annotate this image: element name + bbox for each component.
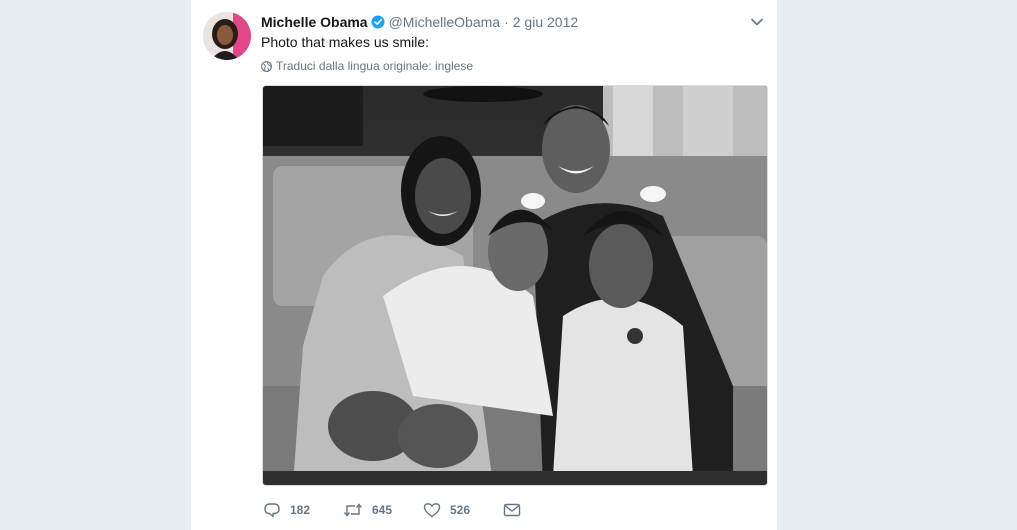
retweet-count: 645 (372, 503, 393, 517)
chevron-down-icon[interactable] (749, 14, 765, 30)
reply-button[interactable]: 182 (263, 502, 343, 518)
retweet-icon (343, 503, 363, 517)
separator: · (504, 14, 509, 30)
reply-count: 182 (290, 503, 311, 517)
reply-icon (264, 503, 280, 518)
tweet-text: Photo that makes us smile: (261, 34, 430, 50)
avatar[interactable] (203, 12, 251, 60)
envelope-icon (503, 503, 521, 517)
retweet-button[interactable]: 645 (343, 502, 423, 518)
tweet-card[interactable]: Michelle Obama @MichelleObama · 2 giu 20… (190, 0, 778, 530)
translate-label: Traduci dalla lingua originale: inglese (276, 59, 474, 73)
like-count: 526 (450, 503, 471, 517)
heart-icon (423, 503, 441, 518)
tweet-date[interactable]: 2 giu 2012 (513, 14, 578, 30)
like-button[interactable]: 526 (423, 502, 503, 518)
author-handle[interactable]: @MichelleObama (389, 14, 500, 30)
tweet-photo[interactable] (262, 85, 768, 486)
translate-link[interactable]: Traduci dalla lingua originale: inglese (261, 59, 473, 73)
verified-badge-icon (371, 15, 385, 29)
tweet-header: Michelle Obama @MichelleObama · 2 giu 20… (261, 12, 765, 32)
tweet-actions: 182 645 526 (263, 500, 521, 520)
direct-message-button[interactable] (503, 503, 521, 517)
author-name[interactable]: Michelle Obama (261, 14, 368, 30)
globe-icon (261, 60, 272, 72)
